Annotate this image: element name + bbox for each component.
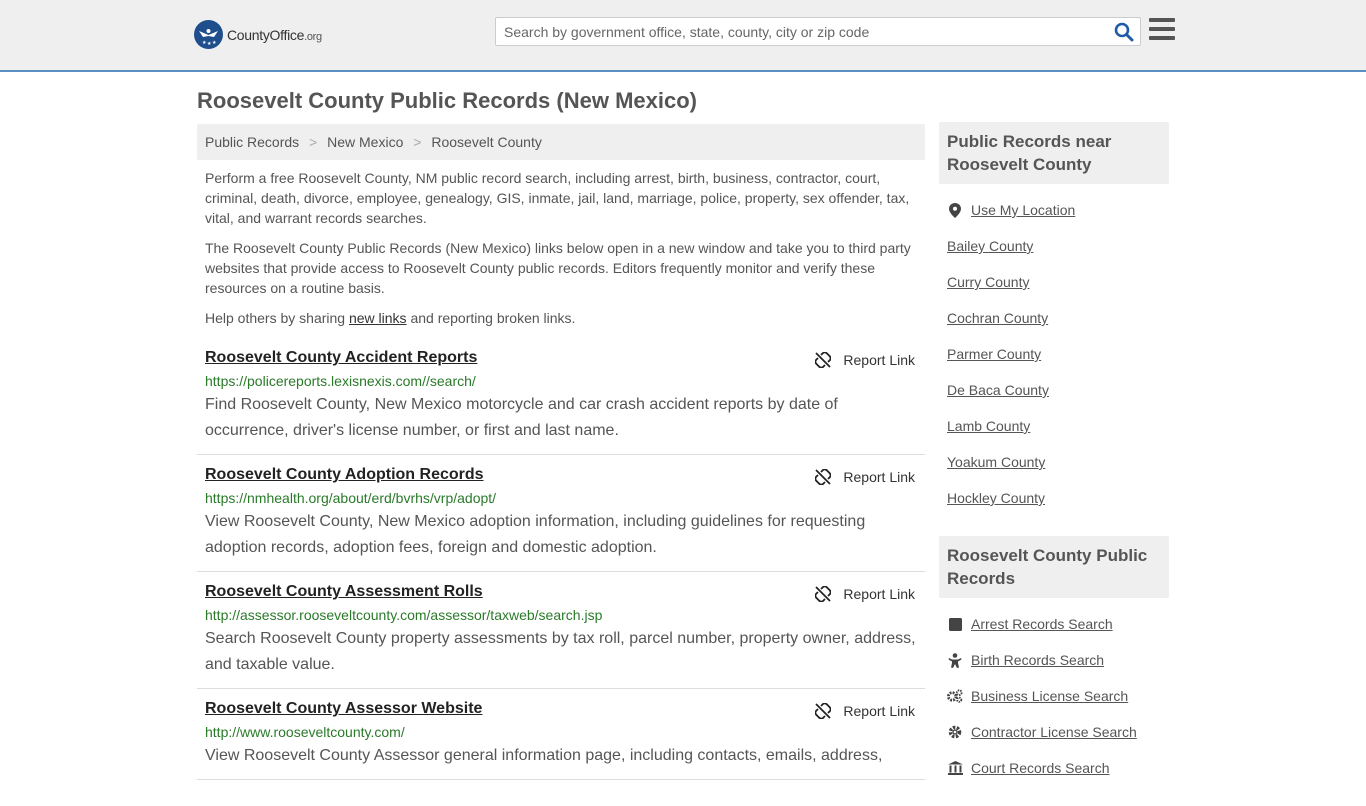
broken-link-icon	[815, 469, 832, 485]
record-title-link[interactable]: Roosevelt County Assessor Website	[205, 700, 482, 718]
site-logo[interactable]: ★ ★ ★ CountyOffice.org	[194, 20, 322, 49]
breadcrumb-public-records[interactable]: Public Records	[205, 134, 299, 150]
map-marker-icon	[947, 202, 963, 218]
report-link-button[interactable]: Report Link	[815, 703, 915, 719]
record-url: https://nmhealth.org/about/erd/bvrhs/vrp…	[205, 490, 497, 506]
record-url: https://policereports.lexisnexis.com//se…	[205, 373, 476, 389]
record-title-link[interactable]: Roosevelt County Accident Reports	[205, 349, 477, 367]
nearby-list: Use My Location Bailey County Curry Coun…	[939, 184, 1169, 536]
nearby-county-link[interactable]: Parmer County	[947, 346, 1041, 362]
court-records-link[interactable]: Court Records Search	[971, 760, 1110, 776]
sidebar: Public Records near Roosevelt County Use…	[939, 122, 1169, 806]
new-links-link[interactable]: new links	[349, 310, 407, 326]
courthouse-icon	[947, 760, 963, 776]
nearby-heading: Public Records near Roosevelt County	[939, 122, 1169, 184]
svg-text:★: ★	[212, 40, 217, 46]
record-url: http://www.rooseveltcounty.com/	[205, 724, 405, 740]
search-input[interactable]	[496, 18, 1096, 45]
county-record-item: Business License Search	[947, 678, 1161, 714]
square-icon	[947, 616, 963, 632]
search-bar	[495, 17, 1141, 46]
breadcrumb-separator: >	[309, 134, 318, 150]
nearby-county-link[interactable]: Curry County	[947, 274, 1029, 290]
intro-paragraph-3: Help others by sharing new links and rep…	[205, 310, 576, 326]
county-record-item: Contractor License Search	[947, 714, 1161, 750]
gears-icon	[947, 688, 963, 704]
arrest-records-link[interactable]: Arrest Records Search	[971, 616, 1113, 632]
intro-paragraph-1: Perform a free Roosevelt County, NM publ…	[205, 170, 910, 226]
logo-text: CountyOffice.org	[227, 26, 322, 43]
nearby-county-item: De Baca County	[947, 372, 1161, 408]
broken-link-icon	[815, 586, 832, 602]
broken-link-icon	[815, 703, 832, 719]
broken-link-icon	[815, 352, 832, 368]
county-records-list: Arrest Records Search Birth Records Sear…	[939, 598, 1169, 806]
breadcrumb: Public Records > New Mexico > Roosevelt …	[197, 124, 925, 160]
nearby-county-item: Cochran County	[947, 300, 1161, 336]
record-item: Roosevelt County Accident Reports https:…	[197, 338, 925, 455]
main-content: Public Records > New Mexico > Roosevelt …	[197, 124, 925, 780]
nearby-county-link[interactable]: Bailey County	[947, 238, 1033, 254]
record-item: Roosevelt County Adoption Records https:…	[197, 455, 925, 572]
use-my-location-item: Use My Location	[947, 192, 1161, 228]
nearby-county-link[interactable]: Yoakum County	[947, 454, 1045, 470]
county-record-item: Arrest Records Search	[947, 606, 1161, 642]
record-item: Roosevelt County Assessor Website http:/…	[197, 689, 925, 780]
nearby-county-link[interactable]: Lamb County	[947, 418, 1030, 434]
birth-records-link[interactable]: Birth Records Search	[971, 652, 1104, 668]
report-link-button[interactable]: Report Link	[815, 469, 915, 485]
record-title-link[interactable]: Roosevelt County Adoption Records	[205, 466, 484, 484]
nearby-county-item: Lamb County	[947, 408, 1161, 444]
intro-text: Perform a free Roosevelt County, NM publ…	[197, 160, 925, 328]
gear-icon	[947, 724, 963, 740]
intro-paragraph-2: The Roosevelt County Public Records (New…	[205, 240, 911, 296]
use-my-location-link[interactable]: Use My Location	[971, 202, 1075, 218]
record-description: Search Roosevelt County property assessm…	[205, 630, 916, 673]
baby-icon	[947, 652, 963, 668]
record-item: Roosevelt County Assessment Rolls http:/…	[197, 572, 925, 689]
record-url: http://assessor.rooseveltcounty.com/asse…	[205, 607, 603, 623]
nearby-county-link[interactable]: Cochran County	[947, 310, 1048, 326]
nearby-county-item: Yoakum County	[947, 444, 1161, 480]
record-title-link[interactable]: Roosevelt County Assessment Rolls	[205, 583, 483, 601]
county-record-item: Birth Records Search	[947, 642, 1161, 678]
site-header: ★ ★ ★ CountyOffice.org	[0, 0, 1366, 72]
county-records-heading: Roosevelt County Public Records	[939, 536, 1169, 598]
nearby-county-link[interactable]: De Baca County	[947, 382, 1049, 398]
breadcrumb-current: Roosevelt County	[431, 134, 542, 150]
report-link-button[interactable]: Report Link	[815, 586, 915, 602]
county-record-item: Court Records Search	[947, 750, 1161, 786]
record-description: Find Roosevelt County, New Mexico motorc…	[205, 396, 838, 439]
record-description: View Roosevelt County, New Mexico adopti…	[205, 513, 866, 556]
report-link-button[interactable]: Report Link	[815, 352, 915, 368]
hamburger-menu-icon[interactable]	[1149, 18, 1175, 42]
nearby-county-item: Bailey County	[947, 228, 1161, 264]
nearby-county-item: Parmer County	[947, 336, 1161, 372]
nearby-county-item: Curry County	[947, 264, 1161, 300]
nearby-county-item: Hockley County	[947, 480, 1161, 516]
logo-eagle-icon: ★ ★ ★	[194, 20, 223, 49]
nearby-county-link[interactable]: Hockley County	[947, 490, 1045, 506]
business-license-link[interactable]: Business License Search	[971, 688, 1128, 704]
page-title: Roosevelt County Public Records (New Mex…	[197, 88, 697, 113]
contractor-license-link[interactable]: Contractor License Search	[971, 724, 1137, 740]
breadcrumb-separator: >	[413, 134, 422, 150]
search-icon[interactable]	[1114, 22, 1134, 42]
record-description: View Roosevelt County Assessor general i…	[205, 747, 883, 764]
breadcrumb-new-mexico[interactable]: New Mexico	[327, 134, 403, 150]
